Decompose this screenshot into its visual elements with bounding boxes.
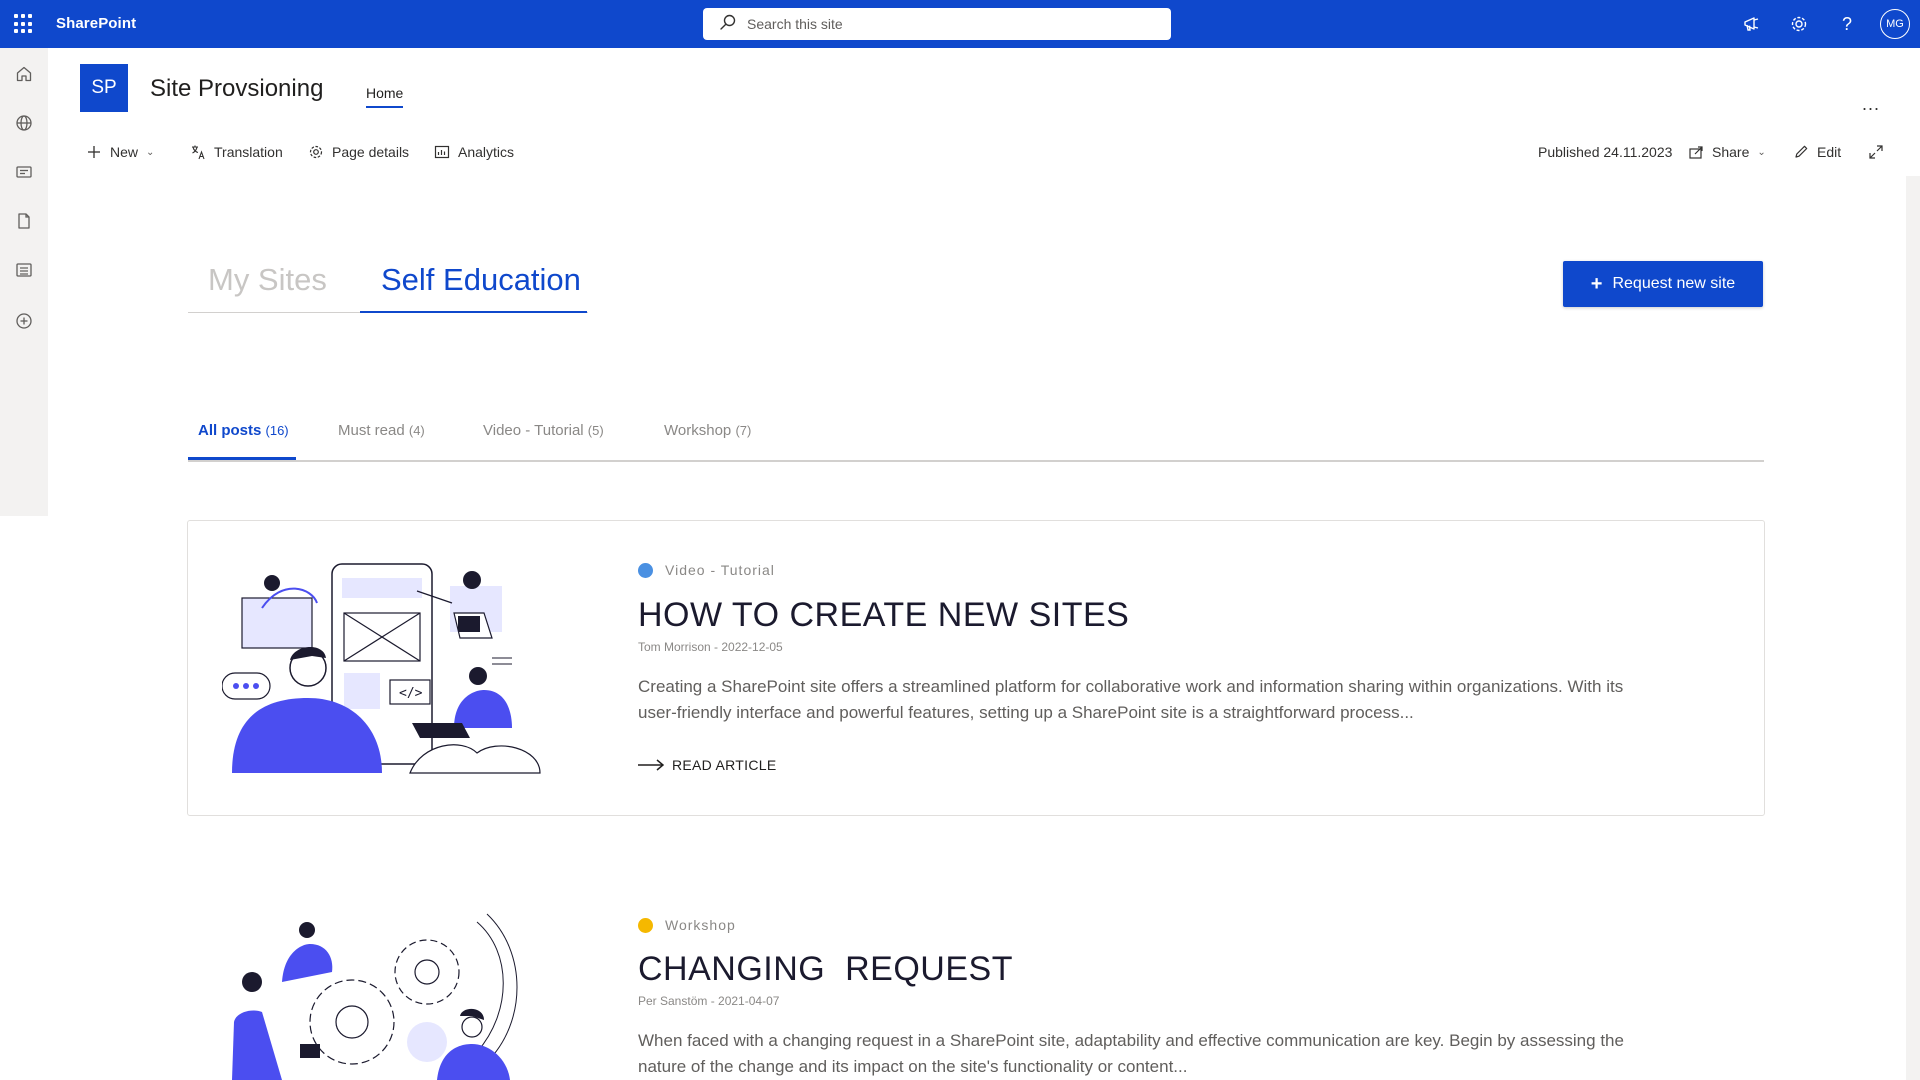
post-title[interactable]: CHANGING REQUEST (638, 950, 1013, 989)
filter-tabs-divider (188, 460, 1764, 462)
filter-tab-label: Workshop (664, 422, 732, 439)
page-details-label: Page details (332, 144, 410, 160)
create-plus-icon[interactable] (12, 309, 36, 333)
category-dot (638, 562, 653, 578)
site-logo[interactable]: SP (80, 64, 128, 112)
search-box[interactable] (703, 8, 1171, 40)
page-details-button[interactable]: Page details (308, 142, 409, 162)
translation-label: Translation (214, 144, 283, 160)
request-new-site-button[interactable]: + Request new site (1563, 261, 1763, 307)
more-options-button[interactable]: ... (1862, 94, 1880, 115)
arrow-right-icon (638, 759, 664, 771)
tab-self-education[interactable]: Self Education (381, 262, 581, 298)
filter-tab-count: (5) (587, 423, 604, 438)
settings-gear-icon[interactable] (1787, 12, 1811, 36)
announcement-icon[interactable] (1740, 12, 1764, 36)
svg-text:</>: </> (399, 686, 423, 701)
chevron-down-icon: ⌄ (1757, 146, 1766, 158)
post-excerpt: When faced with a changing request in a … (638, 1031, 1624, 1076)
plus-icon: + (1590, 272, 1603, 295)
user-avatar[interactable]: MG (1880, 9, 1910, 39)
filter-tab-label: Must read (338, 422, 405, 439)
news-icon[interactable] (12, 160, 36, 184)
expand-button[interactable] (1868, 142, 1892, 162)
site-title[interactable]: Site Provsioning (150, 75, 323, 103)
search-icon (719, 13, 737, 36)
read-article-label: READ ARTICLE (672, 757, 777, 773)
new-label: New (110, 144, 139, 160)
app-launcher-icon[interactable] (14, 14, 34, 34)
analytics-icon (434, 145, 450, 159)
share-label: Share (1712, 144, 1750, 160)
post-category: Video - Tutorial (638, 562, 775, 578)
filter-tab-label: Video - Tutorial (483, 422, 584, 439)
suite-bar: SharePoint ? MG (0, 0, 1920, 48)
app-bar (0, 48, 48, 516)
illustration-changing-request (232, 913, 518, 1080)
category-dot (638, 917, 653, 933)
request-new-site-label: Request new site (1612, 275, 1736, 292)
analytics-button[interactable]: Analytics (434, 142, 514, 162)
filter-tab-count: (7) (735, 423, 752, 438)
post-title[interactable]: HOW TO CREATE NEW SITES (638, 596, 1129, 635)
expand-icon (1869, 145, 1883, 159)
new-button[interactable]: New ⌄ (86, 142, 154, 162)
filter-tab-video-tutorial[interactable]: Video - Tutorial (5) (483, 422, 604, 439)
site-nav-home[interactable]: Home (366, 85, 404, 108)
app-name[interactable]: SharePoint (56, 15, 136, 32)
home-icon[interactable] (12, 62, 36, 86)
filter-tab-all-posts[interactable]: All posts (16) (198, 422, 289, 439)
illustration-create-sites: </> (222, 563, 541, 774)
active-tab-indicator (360, 311, 587, 313)
edit-button[interactable]: Edit (1793, 142, 1841, 162)
post-excerpt: Creating a SharePoint site offers a stre… (638, 677, 1624, 722)
read-article-link[interactable]: READ ARTICLE (638, 757, 777, 773)
list-icon[interactable] (12, 258, 36, 282)
gear-icon (309, 145, 323, 159)
help-icon[interactable]: ? (1835, 12, 1859, 36)
globe-icon[interactable] (12, 111, 36, 135)
share-button[interactable]: Share ⌄ (1688, 142, 1766, 162)
share-icon (1689, 146, 1703, 159)
post-meta: Tom Morrison - 2022-12-05 (638, 640, 783, 654)
published-status: Published 24.11.2023 (1538, 142, 1672, 162)
scrollbar[interactable] (1906, 176, 1920, 1080)
analytics-label: Analytics (458, 144, 515, 160)
filter-tab-label: All posts (198, 422, 262, 439)
translation-icon (192, 145, 205, 160)
filter-tab-count: (16) (265, 423, 289, 438)
chevron-down-icon: ⌄ (146, 146, 155, 158)
category-label: Workshop (665, 917, 736, 933)
pencil-icon (1795, 145, 1808, 158)
document-icon[interactable] (12, 209, 36, 233)
translation-button[interactable]: Translation (190, 142, 283, 162)
post-meta: Per Sanstöm - 2021-04-07 (638, 994, 780, 1008)
published-label: Published 24.11.2023 (1538, 144, 1673, 160)
search-input[interactable] (747, 16, 1147, 32)
filter-tab-workshop[interactable]: Workshop (7) (664, 422, 751, 439)
filter-tab-must-read[interactable]: Must read (4) (338, 422, 425, 439)
tab-my-sites[interactable]: My Sites (208, 262, 327, 298)
plus-icon (88, 146, 100, 158)
filter-tab-count: (4) (408, 423, 425, 438)
active-filter-indicator (188, 457, 296, 460)
category-label: Video - Tutorial (665, 562, 775, 578)
edit-label: Edit (1817, 144, 1842, 160)
post-category: Workshop (638, 917, 736, 933)
